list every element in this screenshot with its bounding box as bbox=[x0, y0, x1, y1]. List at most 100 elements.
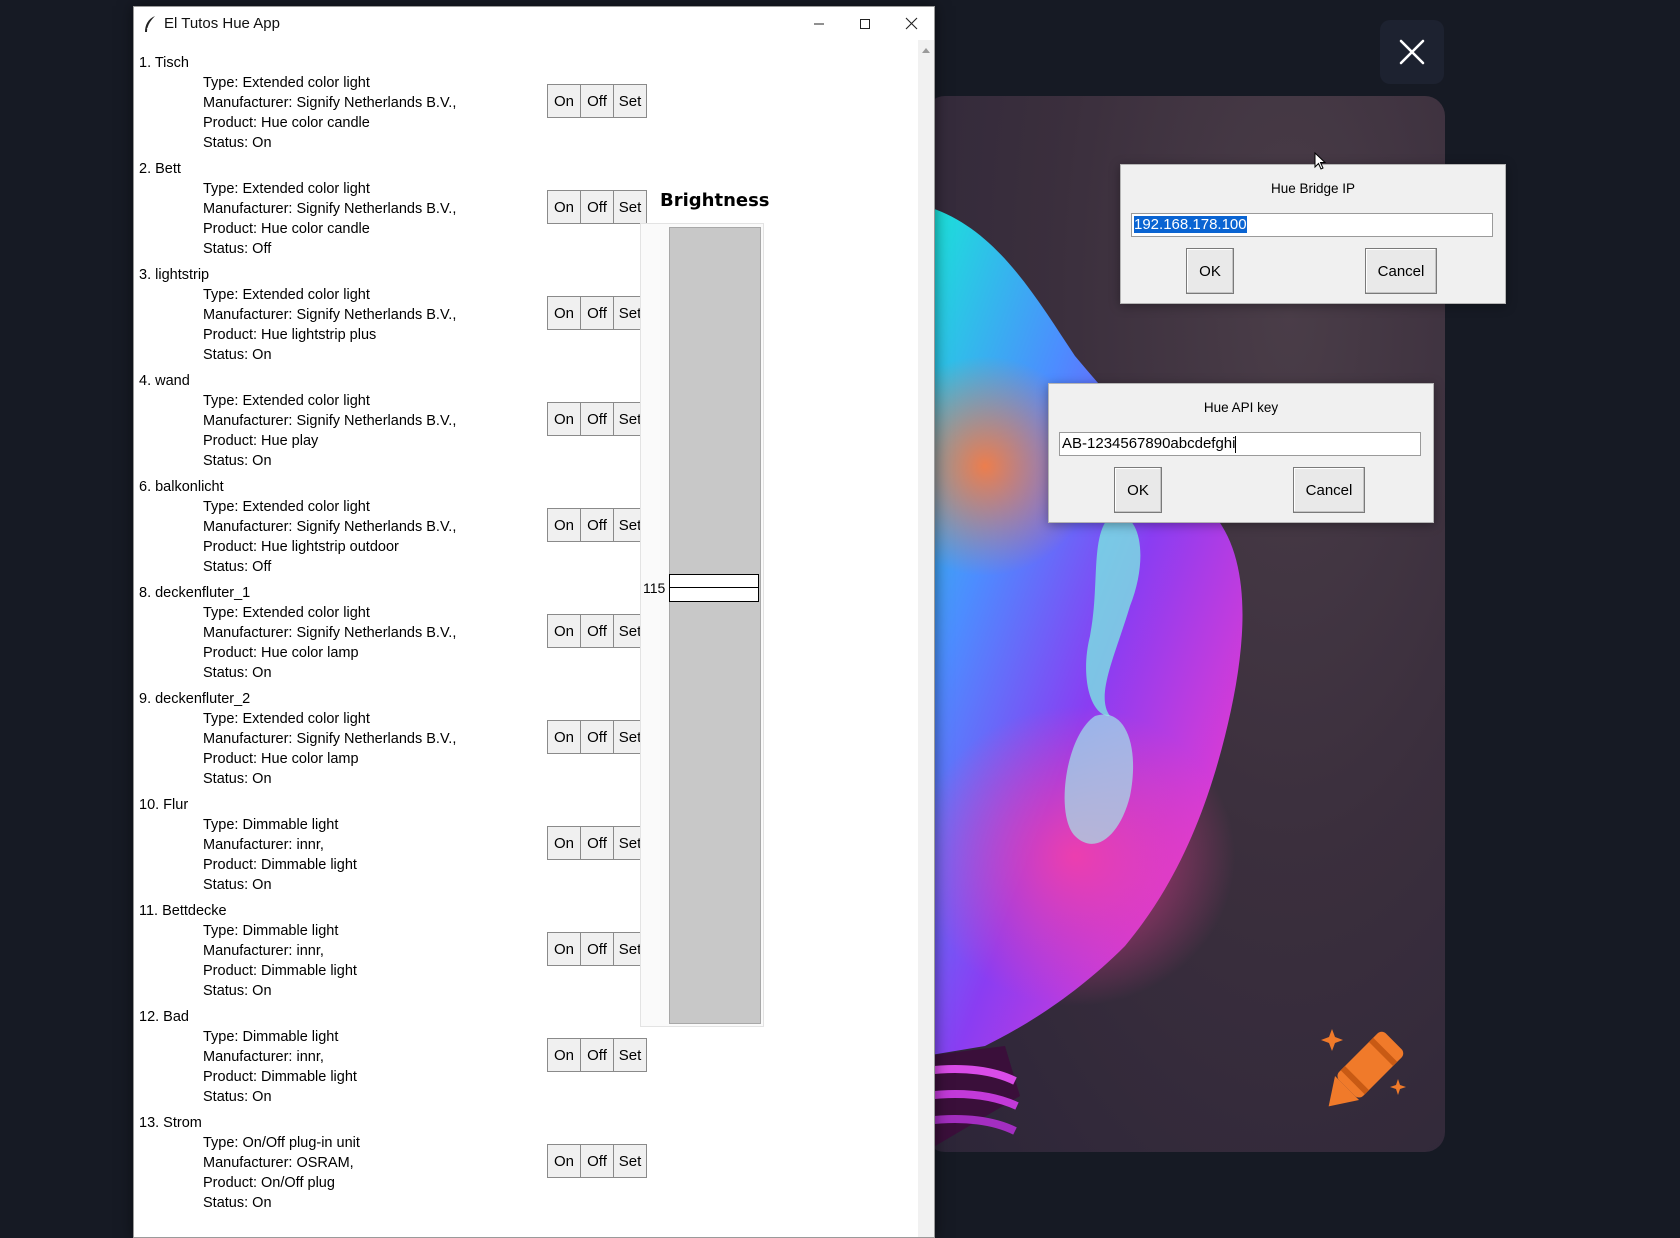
set-button[interactable]: Set bbox=[614, 85, 646, 117]
maximize-button[interactable] bbox=[842, 7, 888, 40]
light-manufacturer: Manufacturer: Signify Netherlands B.V., bbox=[203, 731, 457, 747]
light-status: Status: On bbox=[203, 347, 272, 363]
brightness-slider-thumb[interactable] bbox=[669, 574, 759, 603]
vertical-scrollbar[interactable] bbox=[918, 40, 934, 1237]
light-product: Product: Hue color candle bbox=[203, 221, 370, 237]
light-name: 9. deckenfluter_2 bbox=[139, 691, 251, 707]
light-manufacturer: Manufacturer: Signify Netherlands B.V., bbox=[203, 625, 457, 641]
light-status: Status: On bbox=[203, 1195, 272, 1211]
title-bar[interactable]: El Tutos Hue App bbox=[134, 7, 934, 40]
light-status: Status: Off bbox=[203, 559, 272, 575]
on-button[interactable]: On bbox=[548, 191, 581, 223]
off-button[interactable]: Off bbox=[581, 827, 614, 859]
off-button[interactable]: Off bbox=[581, 1145, 614, 1177]
window-title: El Tutos Hue App bbox=[164, 15, 280, 32]
bridge-ip-dialog: Hue Bridge IP 192.168.178.100 OK Cancel bbox=[1120, 164, 1506, 304]
light-product: Product: Hue lightstrip outdoor bbox=[203, 539, 399, 555]
brightness-label: Brightness bbox=[660, 190, 770, 211]
bridge-ip-cancel-button[interactable]: Cancel bbox=[1365, 248, 1437, 294]
light-status: Status: On bbox=[203, 1089, 272, 1105]
brightness-slider-track[interactable] bbox=[669, 227, 761, 1024]
on-button[interactable]: On bbox=[548, 933, 581, 965]
light-controls: On Off Set bbox=[547, 508, 647, 542]
light-name: 3. lightstrip bbox=[139, 267, 210, 283]
light-name: 10. Flur bbox=[139, 797, 189, 813]
off-button[interactable]: Off bbox=[581, 933, 614, 965]
light-manufacturer: Manufacturer: innr, bbox=[203, 1049, 324, 1065]
api-key-label: Hue API key bbox=[1203, 400, 1279, 415]
on-button[interactable]: On bbox=[548, 1145, 581, 1177]
light-type: Type: Extended color light bbox=[203, 499, 370, 515]
light-name: 4. wand bbox=[139, 373, 190, 389]
off-button[interactable]: Off bbox=[581, 1039, 614, 1071]
light-controls: On Off Set bbox=[547, 296, 647, 330]
light-manufacturer: Manufacturer: Signify Netherlands B.V., bbox=[203, 307, 457, 323]
brightness-value: 115 bbox=[643, 580, 666, 597]
light-name: 1. Tisch bbox=[139, 55, 189, 71]
api-key-dialog: Hue API key AB-1234567890abcdefghi OK Ca… bbox=[1048, 383, 1434, 523]
on-button[interactable]: On bbox=[548, 1039, 581, 1071]
crayon-sparkle-icon bbox=[1321, 1029, 1406, 1107]
light-controls: On Off Set bbox=[547, 402, 647, 436]
light-controls: On Off Set bbox=[547, 190, 647, 224]
light-controls: On Off Set bbox=[547, 826, 647, 860]
api-key-cancel-button[interactable]: Cancel bbox=[1293, 467, 1365, 513]
light-type: Type: Extended color light bbox=[203, 393, 370, 409]
off-button[interactable]: Off bbox=[581, 509, 614, 541]
bridge-ip-input[interactable]: 192.168.178.100 bbox=[1131, 213, 1493, 237]
light-controls: On Off Set bbox=[547, 932, 647, 966]
light-product: Product: Hue lightstrip plus bbox=[203, 327, 377, 343]
off-button[interactable]: Off bbox=[581, 191, 614, 223]
scroll-up-arrow-icon[interactable] bbox=[921, 46, 931, 54]
light-manufacturer: Manufacturer: OSRAM, bbox=[203, 1155, 354, 1171]
light-name: 12. Bad bbox=[139, 1009, 189, 1025]
minimize-icon bbox=[814, 23, 824, 24]
light-product: Product: Hue color lamp bbox=[203, 751, 359, 767]
light-row: 1. Tisch Type: Extended color light Manufa… bbox=[139, 50, 779, 156]
off-button[interactable]: Off bbox=[581, 85, 614, 117]
off-button[interactable]: Off bbox=[581, 615, 614, 647]
light-status: Status: On bbox=[203, 135, 272, 151]
feather-icon bbox=[145, 15, 155, 32]
light-status: Status: Off bbox=[203, 241, 272, 257]
light-product: Product: On/Off plug bbox=[203, 1175, 335, 1191]
light-name: 8. deckenfluter_1 bbox=[139, 585, 251, 601]
on-button[interactable]: On bbox=[548, 721, 581, 753]
light-type: Type: Dimmable light bbox=[203, 1029, 339, 1045]
api-key-input[interactable]: AB-1234567890abcdefghi bbox=[1059, 432, 1421, 456]
close-window-button[interactable] bbox=[888, 7, 934, 40]
on-button[interactable]: On bbox=[548, 403, 581, 435]
light-status: Status: On bbox=[203, 771, 272, 787]
bridge-ip-ok-button[interactable]: OK bbox=[1186, 248, 1234, 294]
light-product: Product: Dimmable light bbox=[203, 963, 357, 979]
on-button[interactable]: On bbox=[548, 85, 581, 117]
api-key-value: AB-1234567890abcdefghi bbox=[1062, 435, 1236, 452]
off-button[interactable]: Off bbox=[581, 403, 614, 435]
light-controls: On Off Set bbox=[547, 1038, 647, 1072]
viewer-close-button[interactable] bbox=[1380, 20, 1444, 84]
on-button[interactable]: On bbox=[548, 297, 581, 329]
hue-app-window: El Tutos Hue App 1. Tisch Type: Extended … bbox=[133, 6, 935, 1238]
light-type: Type: Dimmable light bbox=[203, 817, 339, 833]
light-type: Type: Extended color light bbox=[203, 181, 370, 197]
light-name: 13. Strom bbox=[139, 1115, 202, 1131]
api-key-ok-button[interactable]: OK bbox=[1114, 467, 1162, 513]
light-status: Status: On bbox=[203, 453, 272, 469]
set-button[interactable]: Set bbox=[614, 1145, 646, 1177]
on-button[interactable]: On bbox=[548, 827, 581, 859]
off-button[interactable]: Off bbox=[581, 297, 614, 329]
light-manufacturer: Manufacturer: Signify Netherlands B.V., bbox=[203, 201, 457, 217]
light-name: 2. Bett bbox=[139, 161, 181, 177]
light-product: Product: Dimmable light bbox=[203, 857, 357, 873]
light-controls: On Off Set bbox=[547, 84, 647, 118]
off-button[interactable]: Off bbox=[581, 721, 614, 753]
light-manufacturer: Manufacturer: Signify Netherlands B.V., bbox=[203, 95, 457, 111]
set-button[interactable]: Set bbox=[614, 1039, 646, 1071]
set-button[interactable]: Set bbox=[614, 191, 646, 223]
light-status: Status: On bbox=[203, 877, 272, 893]
on-button[interactable]: On bbox=[548, 509, 581, 541]
minimize-button[interactable] bbox=[796, 7, 842, 40]
light-list: 1. Tisch Type: Extended color light Manufa… bbox=[134, 40, 918, 1237]
light-product: Product: Dimmable light bbox=[203, 1069, 357, 1085]
on-button[interactable]: On bbox=[548, 615, 581, 647]
